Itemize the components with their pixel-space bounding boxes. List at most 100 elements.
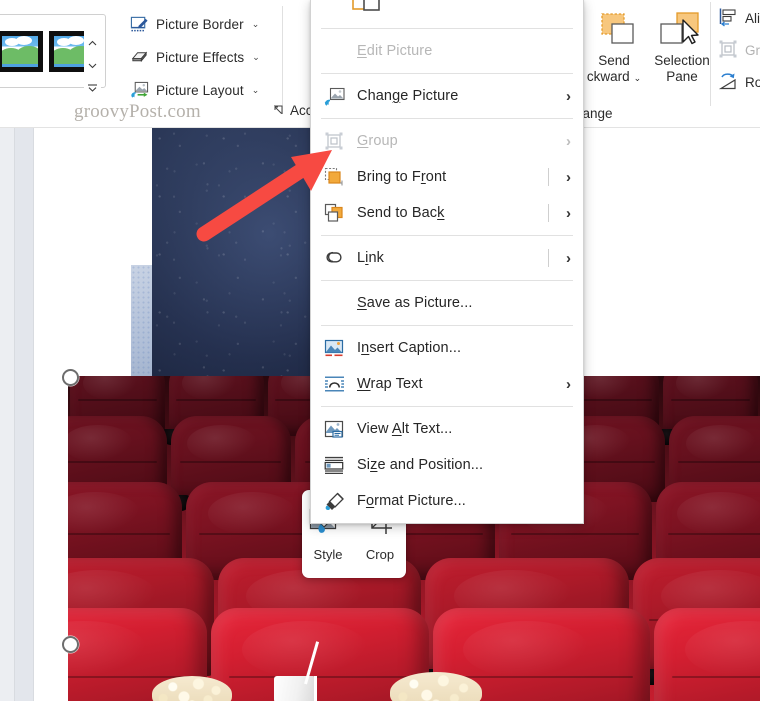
menu-item-label: Group (357, 133, 398, 149)
chevron-down-icon[interactable]: ⌄ (252, 85, 260, 96)
submenu-chevron-icon[interactable]: › (566, 250, 571, 267)
picture-effects-button[interactable]: Picture Effects ⌄ (130, 43, 260, 71)
align-icon (718, 7, 738, 30)
picture-context-menu[interactable]: Edit Picture Change Picture › Group › Br… (310, 0, 584, 524)
picture-styles-gallery[interactable] (0, 14, 106, 100)
rotate-label: Ro (745, 75, 760, 90)
picture-border-label: Picture Border (156, 16, 244, 32)
menu-item-label: Format Picture... (357, 493, 466, 509)
menu-item-icon-placeholder (323, 40, 345, 62)
send-to-back-icon (323, 202, 345, 224)
context-menu-clipped-top (311, 0, 583, 24)
size-and-position-icon (323, 454, 345, 476)
document-margin-strip (15, 128, 34, 701)
gallery-scroll-down-icon[interactable] (84, 54, 101, 77)
picture-effects-icon (130, 48, 149, 67)
document-left-gutter (0, 128, 15, 701)
selection-pane-button[interactable]: Selection Pane (636, 12, 728, 85)
menu-item-label: Bring to Front (357, 169, 447, 185)
submenu-chevron-icon[interactable]: › (566, 205, 571, 222)
menu-item-send-to-back[interactable]: Send to Back › (311, 195, 583, 231)
ribbon-group-divider (282, 6, 283, 114)
menu-separator (321, 28, 573, 29)
link-icon (323, 247, 345, 269)
ribbon-group-button: Gr (718, 39, 760, 62)
bring-to-front-icon (323, 166, 345, 188)
selection-handle-mid-left[interactable] (62, 636, 79, 653)
submenu-chevron-icon: › (566, 132, 571, 150)
menu-separator (321, 280, 573, 281)
picture-effects-label: Picture Effects (156, 49, 245, 65)
send-backward-label-line2: ckward (586, 69, 630, 84)
drink-straw (314, 676, 317, 701)
gallery-scroll-controls[interactable] (84, 31, 101, 100)
gallery-scroll-up-icon[interactable] (84, 31, 101, 54)
picture-border-button[interactable]: Picture Border ⌄ (130, 10, 259, 38)
menu-separator (321, 325, 573, 326)
submenu-chevron-icon[interactable]: › (566, 169, 571, 186)
picture-style-thumbnail[interactable] (0, 31, 43, 72)
gallery-more-icon[interactable] (84, 77, 101, 100)
align-label: Ali (745, 11, 760, 26)
rotate-button[interactable]: Ro (718, 71, 760, 94)
menu-item-link[interactable]: Link › (311, 240, 583, 276)
rotate-icon (718, 71, 738, 94)
menu-item-label: View Alt Text... (357, 421, 453, 437)
menu-separator (321, 118, 573, 119)
submenu-chevron-icon[interactable]: › (566, 376, 571, 393)
submenu-divider (548, 204, 549, 222)
menu-item-icon-placeholder (323, 292, 345, 314)
menu-item-edit-picture: Edit Picture (311, 33, 583, 69)
wrap-text-icon (323, 373, 345, 395)
menu-item-format-picture[interactable]: Format Picture... (311, 483, 583, 519)
submenu-divider (548, 249, 549, 267)
picture-layout-label: Picture Layout (156, 82, 244, 98)
selection-pane-label-line2: Pane (666, 69, 698, 84)
send-backward-label-line1: Send (598, 53, 630, 68)
menu-item-bring-to-front[interactable]: Bring to Front › (311, 159, 583, 195)
menu-item-label: Edit Picture (357, 43, 433, 59)
dialog-launcher-icon[interactable] (272, 104, 285, 117)
menu-item-label: Send to Back (357, 205, 445, 221)
format-picture-icon (323, 490, 345, 512)
menu-item-view-alt-text[interactable]: View Alt Text... (311, 411, 583, 447)
chevron-down-icon[interactable]: ⌄ (252, 19, 260, 30)
menu-item-label: Size and Position... (357, 457, 484, 473)
menu-item-label: Link (357, 250, 385, 266)
view-alt-text-icon (323, 418, 345, 440)
crop-label: Crop (365, 546, 395, 562)
style-label: Style (313, 546, 343, 562)
insert-caption-icon (323, 337, 345, 359)
picture-layout-button[interactable]: Picture Layout ⌄ (130, 76, 259, 104)
selection-pane-label-line1: Selection (654, 53, 710, 68)
menu-separator (321, 406, 573, 407)
align-button[interactable]: Ali (718, 7, 760, 30)
menu-item-label: Wrap Text (357, 376, 423, 392)
menu-item-group: Group › (311, 123, 583, 159)
menu-item-save-as-picture[interactable]: Save as Picture... (311, 285, 583, 321)
menu-item-wrap-text[interactable]: Wrap Text › (311, 366, 583, 402)
menu-item-label: Change Picture (357, 88, 459, 104)
chevron-down-icon[interactable]: ⌄ (252, 52, 260, 63)
menu-item-label: Insert Caption... (357, 340, 462, 356)
watermark: groovyPost.com (74, 101, 201, 122)
menu-item-size-and-position[interactable]: Size and Position... (311, 447, 583, 483)
picture-border-icon (130, 15, 149, 34)
group-icon (718, 39, 738, 62)
menu-item-insert-caption[interactable]: Insert Caption... (311, 330, 583, 366)
menu-item-label: Save as Picture... (357, 295, 473, 311)
app-screenshot: Picture Border ⌄ Picture Effects ⌄ Pictu… (0, 0, 760, 701)
group-icon (323, 130, 345, 152)
picture-layout-icon (130, 81, 149, 100)
seat (654, 608, 760, 701)
submenu-chevron-icon[interactable]: › (566, 88, 571, 105)
selection-handle-top-left[interactable] (62, 369, 79, 386)
group-label: Gr (745, 43, 760, 58)
drink-cup (274, 676, 316, 701)
menu-item-change-picture[interactable]: Change Picture › (311, 78, 583, 114)
change-picture-icon (323, 85, 345, 107)
menu-separator (321, 73, 573, 74)
submenu-divider (548, 168, 549, 186)
selection-pane-icon (636, 12, 728, 50)
menu-separator (321, 235, 573, 236)
